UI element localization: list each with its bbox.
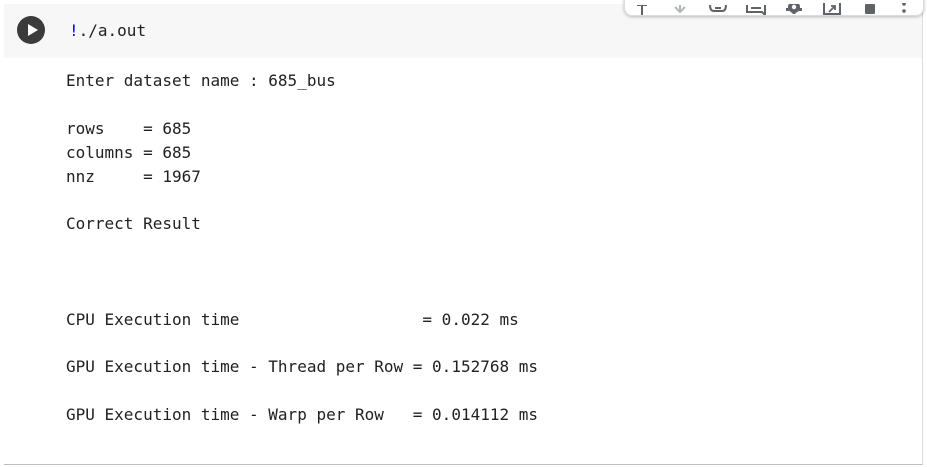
comment-icon (746, 5, 766, 15)
output-line-cpu-time: CPU Execution time = 0.022 ms (66, 310, 519, 329)
output-line-gpu-thread-time: GPU Execution time - Thread per Row = 0.… (66, 357, 539, 376)
output-line-columns: columns = 685 (66, 143, 192, 162)
output-line-nnz: nnz = 1967 (66, 167, 201, 186)
move-up-icon (637, 5, 647, 15)
delete-icon (865, 4, 875, 14)
notebook-code-cell: !./a.out Enter dataset name : 685_bus ro… (4, 0, 924, 465)
move-down-button[interactable] (667, 0, 693, 15)
shell-command: ./a.out (78, 21, 147, 40)
output-line-gpu-warp-time: GPU Execution time - Warp per Row = 0.01… (66, 405, 539, 424)
settings-icon (786, 4, 802, 14)
move-up-button[interactable] (629, 0, 655, 15)
link-button[interactable] (705, 0, 731, 15)
shell-bang: ! (69, 21, 79, 40)
more-vert-icon (902, 3, 906, 13)
settings-button[interactable] (781, 0, 807, 15)
code-editor-line[interactable]: !./a.out (69, 22, 146, 40)
cell-toolbar (624, 0, 924, 16)
open-in-tab-icon (823, 3, 841, 15)
cell-output: Enter dataset name : 685_bus rows = 685 … (66, 70, 906, 424)
play-icon (27, 24, 38, 36)
output-line-prompt: Enter dataset name : 685_bus (66, 71, 336, 90)
output-line-rows: rows = 685 (66, 119, 192, 138)
delete-button[interactable] (857, 0, 883, 15)
move-down-icon (674, 5, 686, 14)
output-line-result: Correct Result (66, 214, 201, 233)
comment-button[interactable] (743, 0, 769, 15)
more-options-button[interactable] (891, 0, 917, 15)
link-icon (709, 5, 727, 12)
open-in-tab-button[interactable] (819, 0, 845, 15)
run-cell-button[interactable] (17, 16, 45, 44)
